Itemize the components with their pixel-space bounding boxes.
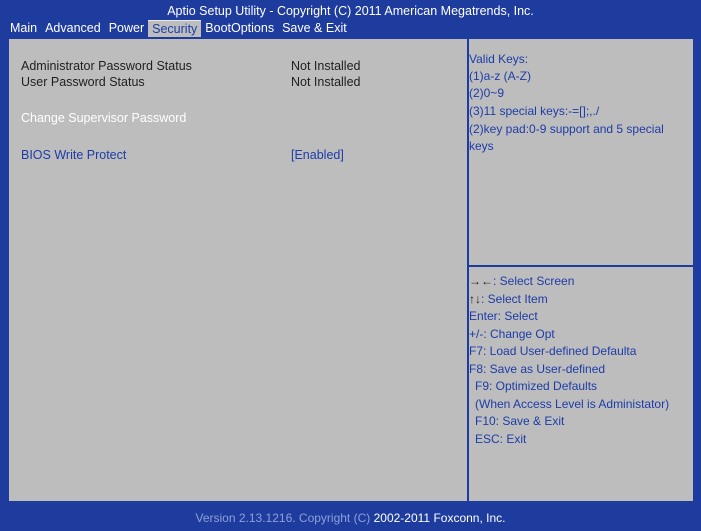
help-select-screen: →←: Select Screen <box>469 274 574 289</box>
help-line: (3)11 special keys:-=[];,./ <box>469 104 600 118</box>
help-line: (1)a-z (A-Z) <box>469 69 531 83</box>
tab-power[interactable]: Power <box>105 20 148 37</box>
tab-advanced[interactable]: Advanced <box>41 20 105 37</box>
help-select-item: ↑↓: Select Item <box>469 292 548 307</box>
help-access-level: (When Access Level is Administator) <box>475 397 670 411</box>
tab-save-exit[interactable]: Save & Exit <box>278 20 351 37</box>
admin-password-status-label: Administrator Password Status <box>21 59 192 73</box>
setup-panel: Administrator Password Status Not Instal… <box>7 37 695 503</box>
change-supervisor-password-item[interactable]: Change Supervisor Password <box>21 111 186 126</box>
menu-bar: Main Advanced Power Security BootOptions… <box>6 19 696 38</box>
help-f10: F10: Save & Exit <box>475 414 565 428</box>
tab-security[interactable]: Security <box>148 19 202 38</box>
bios-write-protect-label[interactable]: BIOS Write Protect <box>21 148 126 163</box>
footer-version-prefix: Version 2.13.1216. Copyright (C) <box>195 511 371 525</box>
tab-bootoptions[interactable]: BootOptions <box>201 20 278 37</box>
user-password-status-value: Not Installed <box>291 75 361 89</box>
footer-version: Version 2.13.1216. Copyright (C) 2002-20… <box>0 511 701 525</box>
help-f9: F9: Optimized Defaults <box>475 379 598 393</box>
user-password-status-label: User Password Status <box>21 75 145 89</box>
bios-write-protect-value[interactable]: [Enabled] <box>291 148 344 163</box>
help-divider <box>469 265 693 267</box>
help-change-opt: +/-: Change Opt <box>469 327 555 341</box>
help-valid-keys: Valid Keys: <box>469 52 529 66</box>
select-screen-text: : Select Screen <box>493 274 575 288</box>
help-enter: Enter: Select <box>469 309 538 323</box>
admin-password-status-value: Not Installed <box>291 59 361 73</box>
help-line: keys <box>469 139 494 153</box>
select-item-text: : Select Item <box>481 292 548 306</box>
footer-version-suffix: 2002-2011 Foxconn, Inc. <box>373 511 506 525</box>
help-f8: F8: Save as User-defined <box>469 362 606 376</box>
help-esc: ESC: Exit <box>475 432 527 446</box>
help-line: (2)0~9 <box>469 86 505 100</box>
left-right-arrows-icon: →← <box>469 274 493 288</box>
tab-main[interactable]: Main <box>6 20 41 37</box>
help-line: (2)key pad:0-9 support and 5 special <box>469 122 664 136</box>
help-f7: F7: Load User-defined Defaulta <box>469 344 637 358</box>
up-down-arrows-icon: ↑↓ <box>469 292 481 306</box>
window-title: Aptio Setup Utility - Copyright (C) 2011… <box>167 4 534 18</box>
